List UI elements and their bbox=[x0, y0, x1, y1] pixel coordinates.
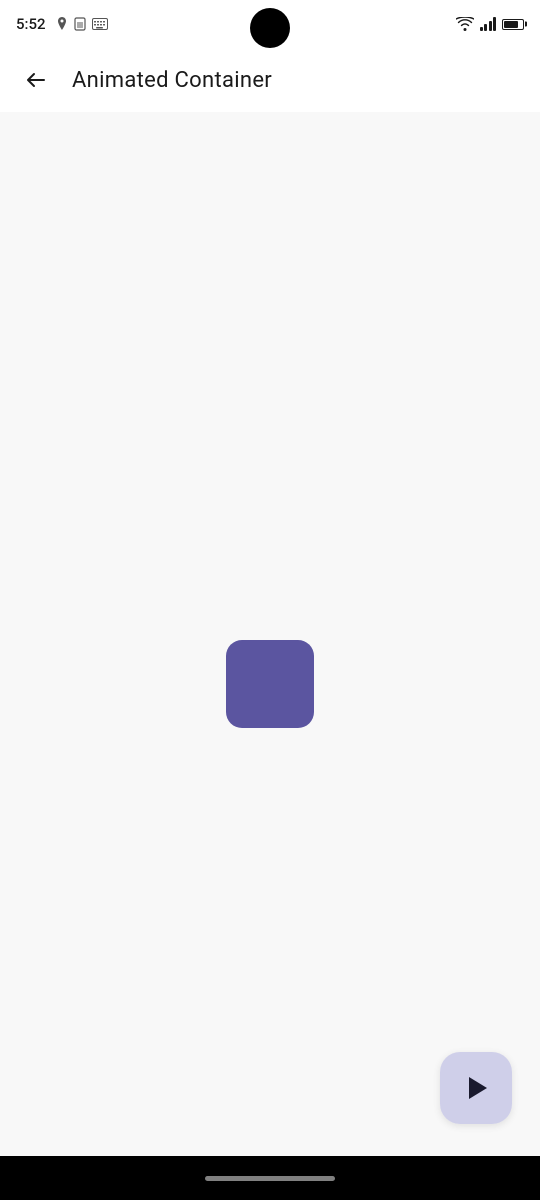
app-bar: Animated Container bbox=[0, 48, 540, 112]
wifi-icon bbox=[456, 17, 474, 31]
back-button[interactable] bbox=[16, 60, 56, 100]
status-time: 5:52 bbox=[16, 15, 46, 33]
bottom-nav-bar bbox=[0, 1156, 540, 1200]
camera-cutout bbox=[250, 8, 290, 48]
play-icon bbox=[469, 1077, 487, 1099]
status-bar: 5:52 bbox=[0, 0, 540, 48]
home-indicator bbox=[205, 1176, 335, 1181]
signal-icon bbox=[480, 17, 497, 31]
battery-icon bbox=[502, 19, 524, 30]
status-icons-left bbox=[56, 17, 108, 31]
play-fab-button[interactable] bbox=[440, 1052, 512, 1124]
sim-icon bbox=[74, 17, 86, 31]
location-icon bbox=[56, 17, 68, 31]
page-title: Animated Container bbox=[72, 68, 272, 93]
main-content bbox=[0, 112, 540, 1156]
animated-container-box bbox=[226, 640, 314, 728]
back-arrow-icon bbox=[24, 68, 48, 92]
keyboard-icon bbox=[92, 18, 108, 30]
status-icons-right bbox=[456, 17, 525, 31]
